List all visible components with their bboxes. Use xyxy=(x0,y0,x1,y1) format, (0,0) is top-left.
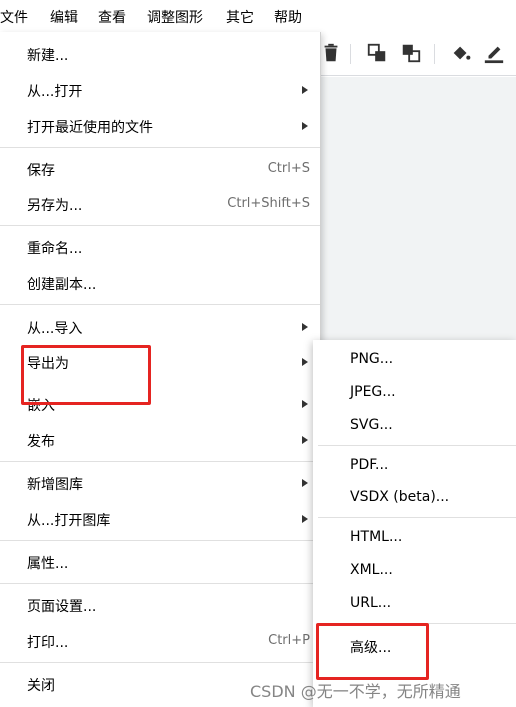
line-color-icon[interactable] xyxy=(483,42,505,64)
export-xml[interactable]: XML... xyxy=(313,555,516,587)
submenu-arrow-icon xyxy=(302,400,308,408)
menu-item-label: 新增图库 xyxy=(27,477,83,493)
menu-item-label: 关闭 xyxy=(27,678,55,694)
menu-item-label: 打印... xyxy=(27,635,69,651)
toolbar xyxy=(320,32,516,76)
menu-item-open-recent[interactable]: 打开最近使用的文件 xyxy=(0,109,320,143)
submenu-arrow-icon xyxy=(302,358,308,366)
submenu-item-label: JPEG... xyxy=(350,384,396,400)
menu-item-page-setup[interactable]: 页面设置... xyxy=(0,588,320,622)
menu-item-publish[interactable]: 发布 xyxy=(0,423,320,457)
menu-file[interactable]: 文件 xyxy=(0,7,28,27)
menu-divider xyxy=(0,304,320,305)
menu-item-save[interactable]: 保存 Ctrl+S xyxy=(0,152,320,186)
fill-color-icon[interactable] xyxy=(450,42,472,64)
menu-help[interactable]: 帮助 xyxy=(274,7,302,27)
menu-item-label: 另存为... xyxy=(27,198,83,214)
export-vsdx[interactable]: VSDX (beta)... xyxy=(313,482,516,514)
submenu-arrow-icon xyxy=(302,479,308,487)
submenu-arrow-icon xyxy=(302,323,308,331)
submenu-arrow-icon xyxy=(302,436,308,444)
menu-item-label: 保存 xyxy=(27,163,55,179)
menu-item-save-as[interactable]: 另存为... Ctrl+Shift+S xyxy=(0,187,320,221)
menu-item-properties[interactable]: 属性... xyxy=(0,545,320,579)
to-back-icon[interactable] xyxy=(400,42,422,64)
menu-item-label: 属性... xyxy=(27,556,69,572)
export-png[interactable]: PNG... xyxy=(313,344,516,376)
menu-item-new[interactable]: 新建... xyxy=(0,37,320,71)
highlight-export-as xyxy=(21,345,151,405)
menu-divider xyxy=(0,225,320,226)
menu-divider xyxy=(0,461,320,462)
export-html[interactable]: HTML... xyxy=(313,522,516,554)
menu-divider xyxy=(0,662,320,663)
export-jpeg[interactable]: JPEG... xyxy=(313,377,516,409)
menu-item-label: 发布 xyxy=(27,434,55,450)
export-pdf[interactable]: PDF... xyxy=(313,450,516,482)
shortcut-label: Ctrl+P xyxy=(268,633,310,648)
submenu-arrow-icon xyxy=(302,86,308,94)
menu-item-label: 打开最近使用的文件 xyxy=(27,120,153,136)
watermark: CSDN @无一不学，无所精通 xyxy=(250,682,461,701)
menu-view[interactable]: 查看 xyxy=(98,7,126,27)
menu-item-label: 从...打开图库 xyxy=(27,513,111,529)
menu-item-label: 从...导入 xyxy=(27,321,83,337)
shortcut-label: Ctrl+Shift+S xyxy=(227,196,310,211)
menu-bar: 文件 编辑 查看 调整图形 其它 帮助 xyxy=(0,0,516,32)
menu-divider xyxy=(0,147,320,148)
menu-item-label: 页面设置... xyxy=(27,599,97,615)
shortcut-label: Ctrl+S xyxy=(267,161,310,176)
toolbar-divider xyxy=(350,44,351,64)
submenu-item-label: HTML... xyxy=(350,529,403,545)
submenu-item-label: URL... xyxy=(350,595,392,611)
menu-arrange[interactable]: 调整图形 xyxy=(147,7,203,27)
menu-item-label: 重命名... xyxy=(27,241,83,257)
menu-item-label: 从...打开 xyxy=(27,84,83,100)
menu-item-label: 新建... xyxy=(27,48,69,64)
menu-divider xyxy=(0,540,320,541)
menu-item-label: 创建副本... xyxy=(27,277,97,293)
delete-icon[interactable] xyxy=(320,42,342,64)
menu-divider xyxy=(0,583,320,584)
submenu-item-label: SVG... xyxy=(350,417,393,433)
menu-item-rename[interactable]: 重命名... xyxy=(0,230,320,264)
menu-item-import-from[interactable]: 从...导入 xyxy=(0,310,320,344)
submenu-item-label: PDF... xyxy=(350,457,389,473)
menu-item-new-library[interactable]: 新增图库 xyxy=(0,466,320,500)
export-url[interactable]: URL... xyxy=(313,588,516,620)
submenu-item-label: XML... xyxy=(350,562,393,578)
menu-edit[interactable]: 编辑 xyxy=(50,7,78,27)
submenu-divider xyxy=(318,517,516,518)
to-front-icon[interactable] xyxy=(366,42,388,64)
highlight-advanced xyxy=(316,623,429,680)
menu-item-make-copy[interactable]: 创建副本... xyxy=(0,266,320,300)
toolbar-divider xyxy=(434,44,435,64)
submenu-divider xyxy=(318,445,516,446)
submenu-item-label: VSDX (beta)... xyxy=(350,489,450,505)
menu-item-open-from[interactable]: 从...打开 xyxy=(0,73,320,107)
submenu-item-label: PNG... xyxy=(350,351,394,367)
menu-item-print[interactable]: 打印... Ctrl+P xyxy=(0,624,320,658)
export-svg[interactable]: SVG... xyxy=(313,410,516,442)
submenu-arrow-icon xyxy=(302,515,308,523)
menu-extras[interactable]: 其它 xyxy=(226,7,254,27)
submenu-arrow-icon xyxy=(302,122,308,130)
menu-item-open-library[interactable]: 从...打开图库 xyxy=(0,502,320,536)
